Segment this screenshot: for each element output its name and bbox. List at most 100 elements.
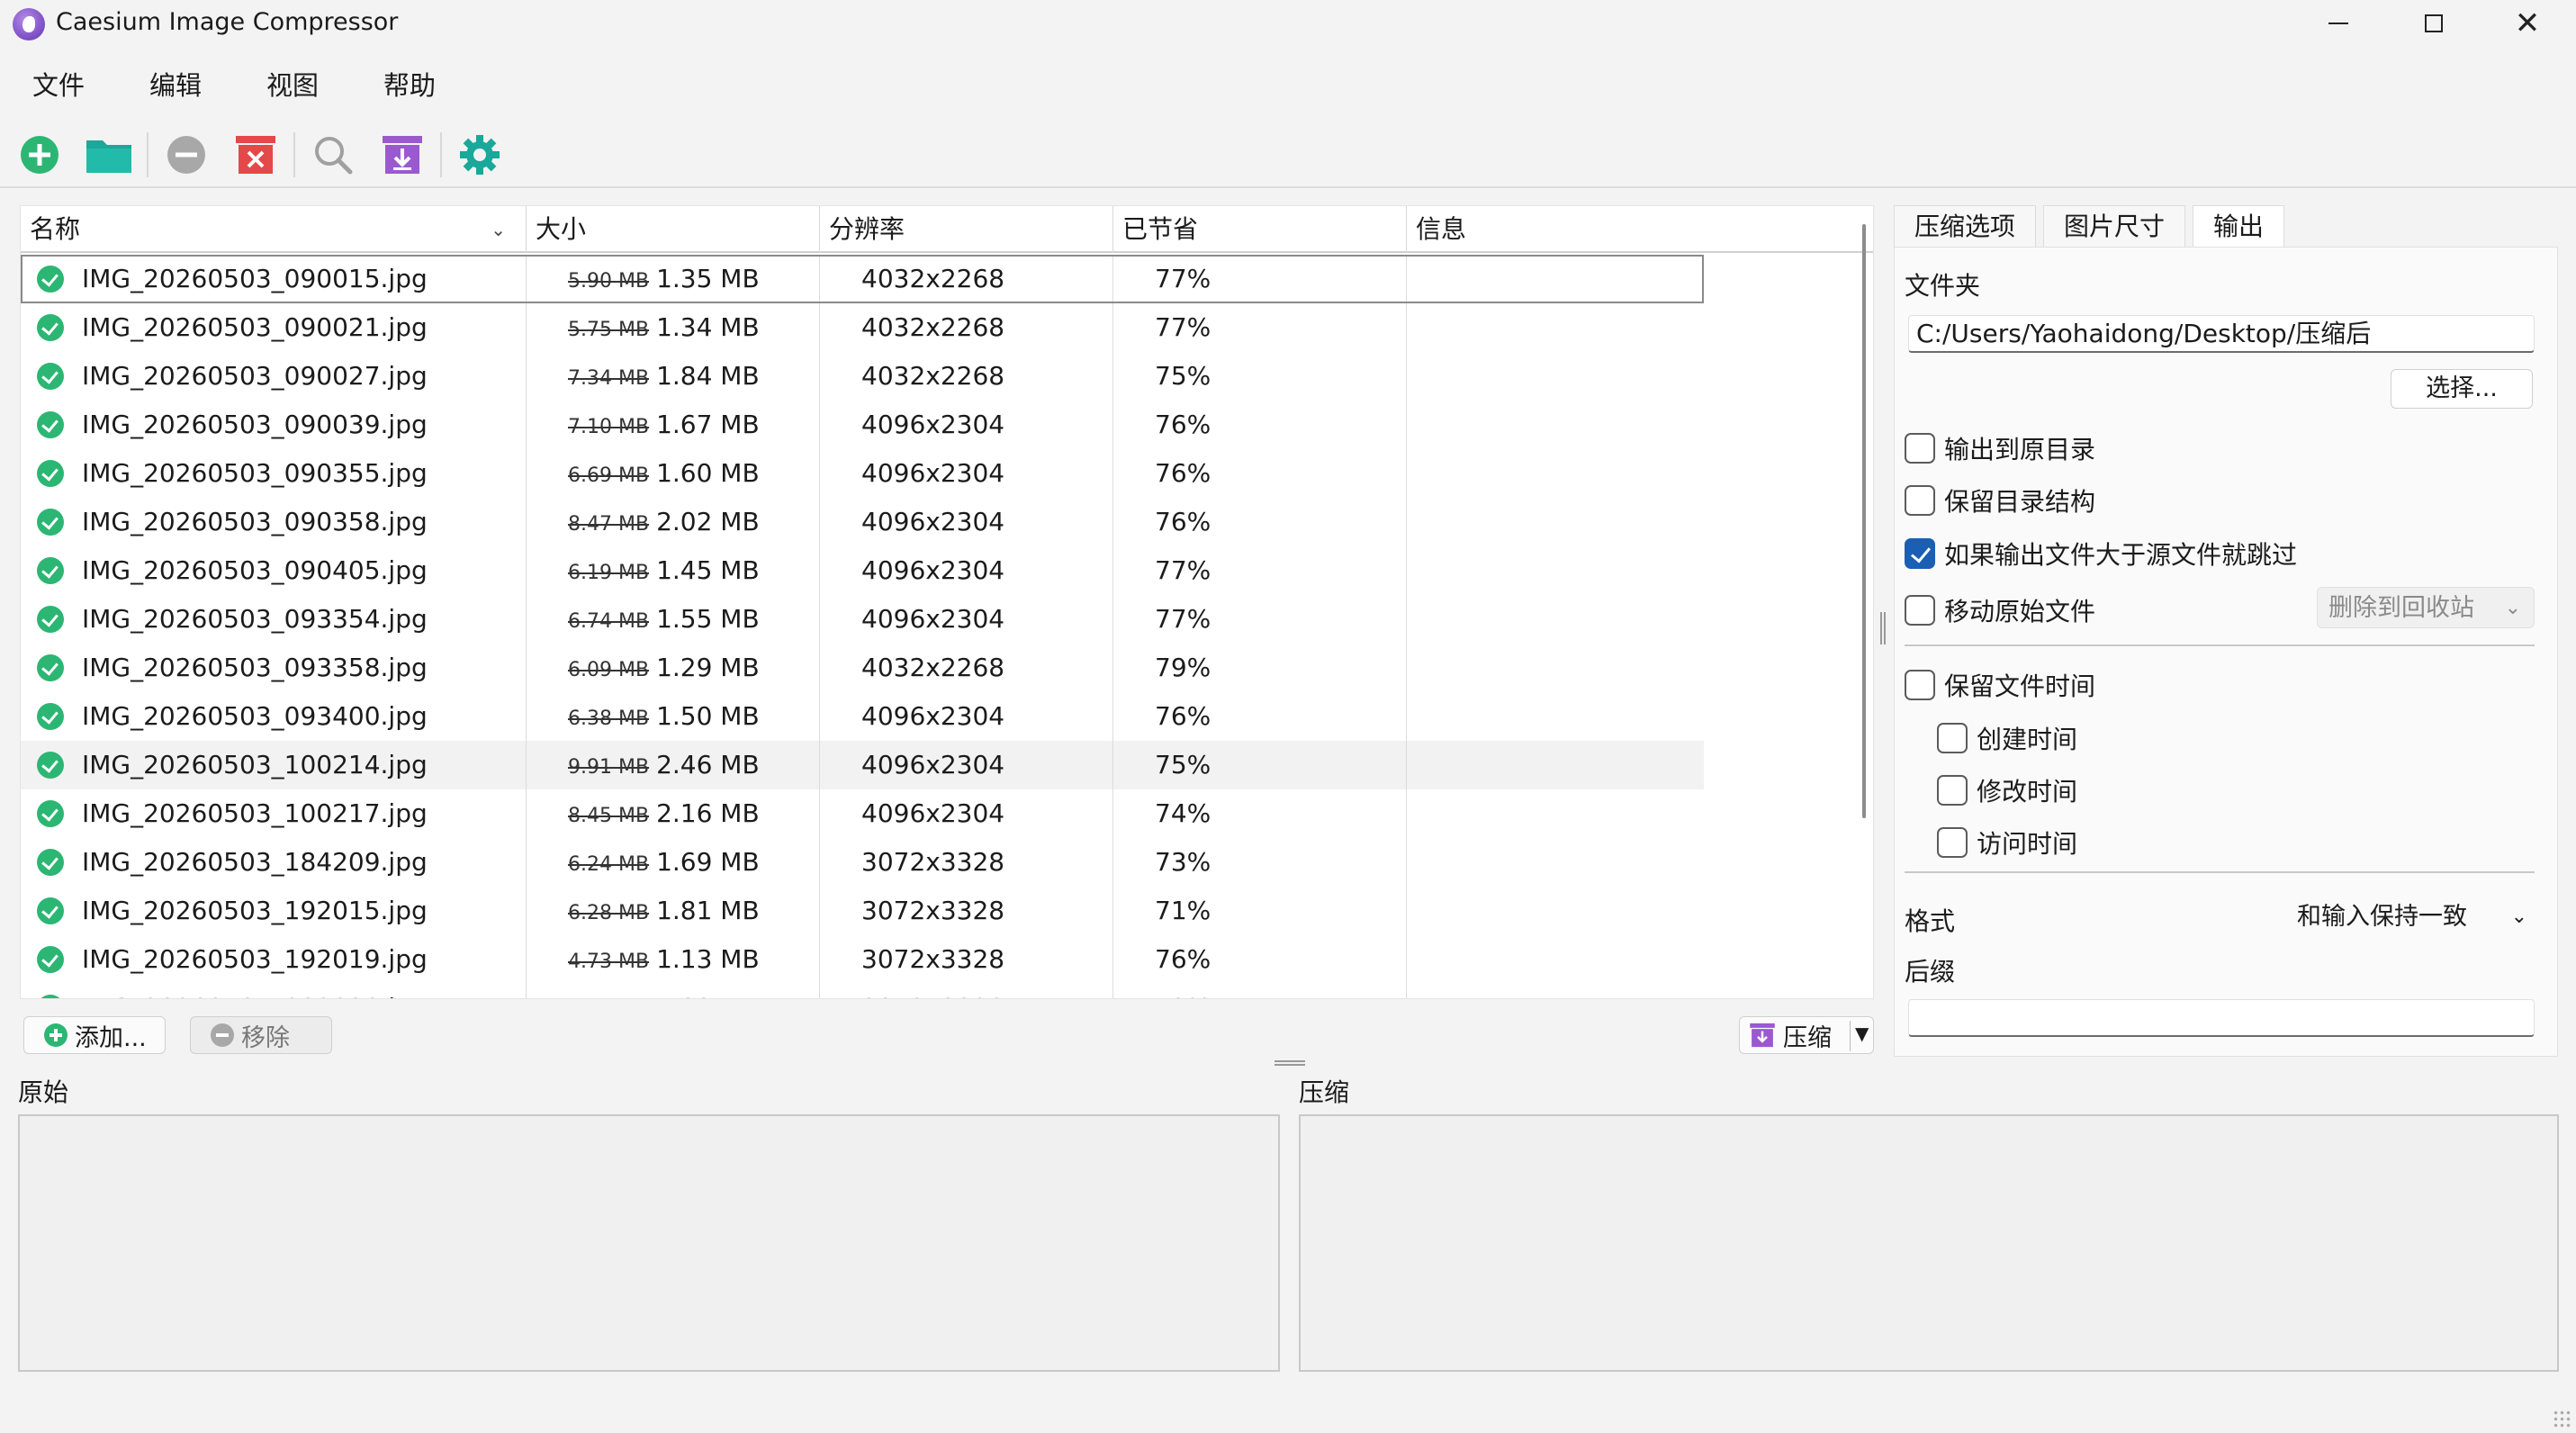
original-size: 7.34 MB [568, 367, 650, 390]
table-row[interactable]: IMG_20260503_100214.jpg 9.91 MB 2.46 MB 409… [21, 741, 1704, 789]
menu-view[interactable]: 视图 [234, 61, 351, 110]
option-creation-time[interactable]: 创建时间 [1937, 720, 2077, 756]
option-keep-file-dates[interactable]: 保留文件时间 [1905, 667, 2095, 703]
title-bar: Caesium Image Compressor ✕ [0, 0, 2576, 50]
original-preview-pane [18, 1114, 1280, 1372]
dropdown-arrow-icon[interactable]: ▼ [1855, 1023, 1869, 1044]
compressed-size: 1.55 MB [656, 604, 760, 634]
option-label: 移动原始文件 [1944, 597, 2096, 626]
horizontal-splitter-handle[interactable] [1274, 1060, 1305, 1066]
checkbox[interactable] [1905, 433, 1935, 464]
cell-info [1407, 692, 1704, 741]
original-size: 7.10 MB [568, 416, 650, 438]
cell-size: 6.24 MB 1.69 MB [527, 838, 820, 887]
suffix-input[interactable] [1908, 999, 2535, 1037]
cell-name: IMG_20260503_090039.jpg [21, 401, 527, 449]
suffix-label: 后缀 [1905, 957, 1956, 987]
tab-output[interactable]: 输出 [2193, 205, 2285, 247]
tab-compression-options[interactable]: 压缩选项 [1894, 205, 2037, 247]
table-row[interactable]: IMG_20260503_090358.jpg 8.47 MB 2.02 MB 409… [21, 498, 1704, 546]
tab-image-size[interactable]: 图片尺寸 [2043, 205, 2186, 247]
remove-button[interactable] [159, 128, 213, 182]
compressed-preview-label: 压缩 [1299, 1077, 1350, 1107]
settings-button[interactable] [453, 128, 507, 182]
compress-split-divider [1850, 1021, 1851, 1051]
menu-file[interactable]: 文件 [0, 61, 117, 110]
column-header-name[interactable]: 名称 ⌄ [21, 206, 527, 253]
compressed-size: 1.13 MB [656, 944, 760, 974]
option-skip-if-larger[interactable]: 如果输出文件大于源文件就跳过 [1905, 536, 2297, 572]
cell-info [1407, 449, 1704, 498]
table-row[interactable]: IMG_20260503_090039.jpg 7.10 MB 1.67 MB 409… [21, 401, 1704, 449]
column-header-info[interactable]: 信息 [1407, 206, 1873, 253]
move-action-dropdown[interactable]: 删除到回收站 ⌄ [2317, 587, 2535, 628]
table-row[interactable]: IMG_20260503_100217.jpg 8.45 MB 2.16 MB 409… [21, 789, 1704, 838]
column-header-size[interactable]: 大小 [527, 206, 820, 253]
clear-list-button[interactable] [229, 128, 283, 182]
output-folder-input[interactable]: C:/Users/Yaohaidong/Desktop/压缩后 [1908, 315, 2535, 353]
checkbox[interactable] [1905, 595, 1935, 626]
table-scrollbar[interactable] [1862, 224, 1866, 818]
compressed-size: 1.69 MB [656, 847, 760, 877]
maximize-button[interactable] [2389, 0, 2479, 47]
table-row[interactable]: IMG_20260503_090405.jpg 6.19 MB 1.45 MB 409… [21, 546, 1704, 595]
option-keep-structure[interactable]: 保留目录结构 [1905, 482, 2095, 518]
checkbox-checked[interactable] [1905, 538, 1935, 569]
table-row[interactable]: IMG_20260503_090027.jpg 7.34 MB 1.84 MB 403… [21, 352, 1704, 401]
table-row[interactable]: IMG_20260503_192019.jpg 4.73 MB 1.13 MB 307… [21, 935, 1704, 984]
cell-resolution: 4032x2268 [820, 644, 1113, 692]
compress-button[interactable]: 压缩 ▼ [1739, 1016, 1874, 1054]
table-row[interactable]: IMG_20260503_093400.jpg 6.38 MB 1.50 MB 409… [21, 692, 1704, 741]
success-check-icon [37, 800, 64, 827]
resize-grip-icon[interactable] [2553, 1410, 2571, 1428]
compressed-size: 1.50 MB [656, 701, 760, 731]
format-label: 格式 [1905, 906, 1956, 936]
add-files-button[interactable] [13, 128, 67, 182]
cell-name: IMG_20260503_090355.jpg [21, 449, 527, 498]
column-header-resolution[interactable]: 分辨率 [820, 206, 1113, 253]
compress-toolbar-button[interactable] [375, 128, 429, 182]
table-row[interactable]: IMG_20260503_090355.jpg 6.69 MB 1.60 MB 409… [21, 449, 1704, 498]
menu-help[interactable]: 帮助 [351, 61, 468, 110]
format-value: 和输入保持一致 [2297, 903, 2467, 931]
file-table[interactable]: 名称 ⌄ 大小 分辨率 已节省 信息 IMG_20260503_090015.j… [20, 205, 1874, 999]
cell-name: IMG_20260503_192019.jpg [21, 935, 527, 984]
open-folder-button[interactable] [82, 128, 136, 182]
checkbox[interactable] [1937, 827, 1968, 858]
original-size: 6.24 MB [568, 853, 650, 876]
preview-button[interactable] [306, 128, 360, 182]
option-access-time[interactable]: 访问时间 [1937, 825, 2077, 861]
checkbox[interactable] [1937, 723, 1968, 753]
table-row[interactable]: IMG_20260503_093354.jpg 6.74 MB 1.55 MB 409… [21, 595, 1704, 644]
remove-button-bottom[interactable]: 移除 [190, 1016, 332, 1054]
minimize-button[interactable] [2293, 0, 2383, 47]
add-button[interactable]: 添加... [23, 1016, 166, 1054]
sort-chevron-icon: ⌄ [491, 219, 506, 240]
cell-resolution: 4096x2304 [820, 401, 1113, 449]
column-header-saved[interactable]: 已节省 [1113, 206, 1407, 253]
option-modification-time[interactable]: 修改时间 [1937, 772, 2077, 808]
table-rows: IMG_20260503_090015.jpg 5.90 MB 1.35 MB 403… [21, 255, 1704, 998]
file-name: IMG_20260503_192019.jpg [82, 944, 428, 974]
choose-folder-button[interactable]: 选择... [2391, 369, 2533, 409]
checkbox[interactable] [1905, 485, 1935, 516]
success-check-icon [37, 411, 64, 438]
success-check-icon [37, 460, 64, 487]
checkbox[interactable] [1937, 775, 1968, 806]
table-row[interactable]: IMG_20260503_192015.jpg 6.28 MB 1.81 MB 307… [21, 887, 1704, 935]
table-row[interactable]: IMG_20260503_090015.jpg 5.90 MB 1.35 MB 403… [21, 255, 1704, 303]
option-output-to-source[interactable]: 输出到原目录 [1905, 430, 2095, 466]
menu-edit[interactable]: 编辑 [117, 61, 234, 110]
close-button[interactable]: ✕ [2482, 0, 2572, 47]
table-row[interactable]: IMG_20260504_093030.jpg 6.06 MB1.93 MB307… [21, 984, 1704, 998]
table-row[interactable]: IMG_20260503_184209.jpg 6.24 MB 1.69 MB 307… [21, 838, 1704, 887]
option-move-original[interactable]: 移动原始文件 [1905, 592, 2095, 628]
checkbox[interactable] [1905, 670, 1935, 700]
format-dropdown[interactable]: 和输入保持一致 ⌄ [2286, 897, 2540, 938]
options-tabs: 压缩选项 图片尺寸 输出 [1894, 205, 2292, 247]
table-row[interactable]: IMG_20260503_090021.jpg 5.75 MB 1.34 MB 403… [21, 303, 1704, 352]
vertical-splitter-handle[interactable] [1880, 612, 1886, 644]
table-row[interactable]: IMG_20260503_093358.jpg 6.09 MB 1.29 MB 403… [21, 644, 1704, 692]
cell-name: IMG_20260503_090015.jpg [21, 255, 527, 303]
file-name: IMG_20260503_090358.jpg [82, 507, 428, 536]
